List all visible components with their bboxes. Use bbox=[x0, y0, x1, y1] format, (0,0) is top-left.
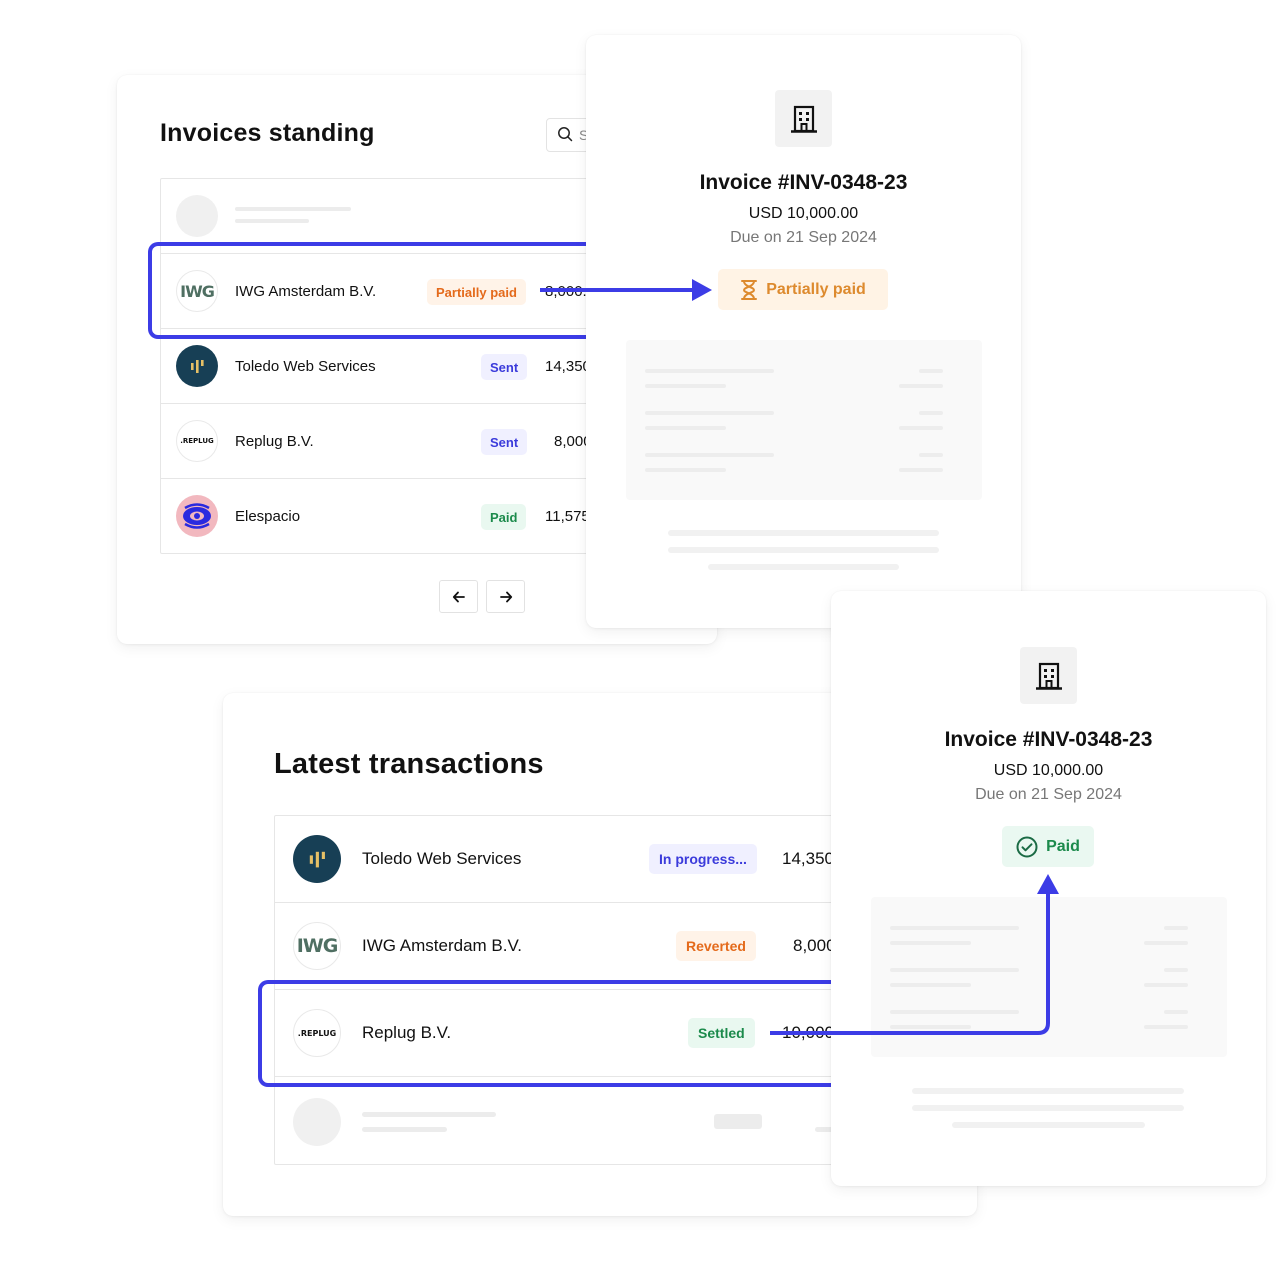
skeleton-line bbox=[912, 1088, 1184, 1094]
skeleton-line bbox=[645, 384, 726, 388]
skeleton-line bbox=[1164, 968, 1188, 972]
logo-text: IWG bbox=[296, 935, 339, 957]
company-logo-replug: .REPLUG bbox=[293, 1009, 341, 1057]
invoice-detail-card: Invoice #INV-0348-23 USD 10,000.00 Due o… bbox=[586, 35, 1021, 628]
status-badge: Paid bbox=[1002, 826, 1094, 867]
skeleton-line bbox=[890, 983, 971, 987]
skeleton-line bbox=[899, 468, 943, 472]
company-logo-iwg: IWG bbox=[293, 922, 341, 970]
skeleton-line bbox=[668, 547, 939, 553]
skeleton-avatar bbox=[176, 195, 218, 237]
company-logo-elespacio bbox=[176, 495, 218, 537]
company-logo-toledo bbox=[176, 345, 218, 387]
skeleton-line bbox=[645, 369, 774, 373]
skeleton-line bbox=[1164, 926, 1188, 930]
skeleton-line bbox=[899, 426, 943, 430]
status-badge: Reverted bbox=[676, 931, 756, 961]
skeleton-line bbox=[668, 530, 939, 536]
status-badge: Sent bbox=[481, 354, 528, 380]
invoices-title: Invoices standing bbox=[160, 119, 375, 147]
company-logo-toledo bbox=[293, 835, 341, 883]
search-icon bbox=[557, 126, 573, 145]
status-badge: Partially paid bbox=[718, 269, 888, 310]
invoice-amount: USD 10,000.00 bbox=[748, 205, 859, 222]
company-name: IWG Amsterdam B.V. bbox=[235, 283, 377, 300]
skeleton-line bbox=[890, 941, 971, 945]
skeleton-line bbox=[235, 219, 309, 223]
skeleton-line bbox=[890, 1025, 971, 1029]
skeleton-avatar bbox=[293, 1098, 341, 1146]
skeleton-line bbox=[1144, 1025, 1188, 1029]
invoice-title: Invoice #INV-0348-23 bbox=[944, 728, 1153, 751]
company-name: Elespacio bbox=[235, 508, 301, 525]
status-text: Paid bbox=[1046, 837, 1080, 855]
company-name: Replug B.V. bbox=[235, 433, 314, 450]
status-badge: Settled bbox=[688, 1018, 755, 1048]
skeleton-line bbox=[952, 1122, 1145, 1128]
skeleton-line bbox=[1164, 1010, 1188, 1014]
logo-text: .REPLUG bbox=[180, 437, 214, 445]
skeleton-line bbox=[899, 384, 943, 388]
status-badge: Sent bbox=[481, 429, 528, 455]
invoice-due-date: Due on 21 Sep 2024 bbox=[975, 786, 1122, 803]
skeleton-line bbox=[645, 468, 726, 472]
building-icon bbox=[775, 90, 832, 147]
logo-text: IWG bbox=[180, 281, 215, 301]
skeleton-line bbox=[919, 411, 943, 415]
skeleton-line bbox=[708, 564, 899, 570]
logo-text: .REPLUG bbox=[297, 1028, 337, 1038]
skeleton-line bbox=[912, 1105, 1184, 1111]
status-badge: In progress... bbox=[649, 844, 757, 874]
skeleton-line bbox=[890, 926, 1019, 930]
arrow-right-icon bbox=[499, 591, 512, 602]
status-text: Partially paid bbox=[766, 280, 866, 298]
skeleton-line bbox=[362, 1127, 447, 1132]
skeleton-line bbox=[645, 426, 726, 430]
skeleton-line bbox=[235, 207, 351, 211]
invoice-line-items bbox=[871, 897, 1227, 1057]
skeleton-line bbox=[1144, 941, 1188, 945]
skeleton-line bbox=[890, 1010, 1019, 1014]
company-logo-iwg: IWG bbox=[176, 270, 218, 312]
hourglass-icon bbox=[741, 279, 758, 300]
company-name: Toledo Web Services bbox=[235, 358, 376, 375]
transactions-title: Latest transactions bbox=[274, 748, 544, 780]
skeleton-line bbox=[890, 968, 1019, 972]
company-logo-replug: .REPLUG bbox=[176, 420, 218, 462]
invoice-line-items bbox=[626, 340, 982, 500]
skeleton-line bbox=[919, 369, 943, 373]
skeleton-line bbox=[645, 453, 774, 457]
status-badge: Partially paid bbox=[427, 279, 526, 305]
skeleton-line bbox=[919, 453, 943, 457]
status-badge: Paid bbox=[481, 504, 527, 530]
prev-page-button[interactable] bbox=[439, 580, 478, 613]
invoice-title: Invoice #INV-0348-23 bbox=[699, 171, 908, 194]
skeleton-badge bbox=[714, 1114, 762, 1129]
check-circle-icon bbox=[1016, 836, 1038, 857]
arrow-left-icon bbox=[452, 591, 465, 602]
skeleton-line bbox=[645, 411, 774, 415]
skeleton-line bbox=[1144, 983, 1188, 987]
invoice-amount: USD 10,000.00 bbox=[993, 762, 1104, 779]
company-name: IWG Amsterdam B.V. bbox=[362, 936, 522, 955]
company-name: Toledo Web Services bbox=[362, 849, 522, 868]
company-name: Replug B.V. bbox=[362, 1023, 452, 1042]
next-page-button[interactable] bbox=[486, 580, 525, 613]
invoice-detail-card: Invoice #INV-0348-23 USD 10,000.00 Due o… bbox=[831, 591, 1266, 1186]
building-icon bbox=[1020, 647, 1077, 704]
skeleton-line bbox=[362, 1112, 496, 1117]
invoice-due-date: Due on 21 Sep 2024 bbox=[730, 229, 877, 246]
